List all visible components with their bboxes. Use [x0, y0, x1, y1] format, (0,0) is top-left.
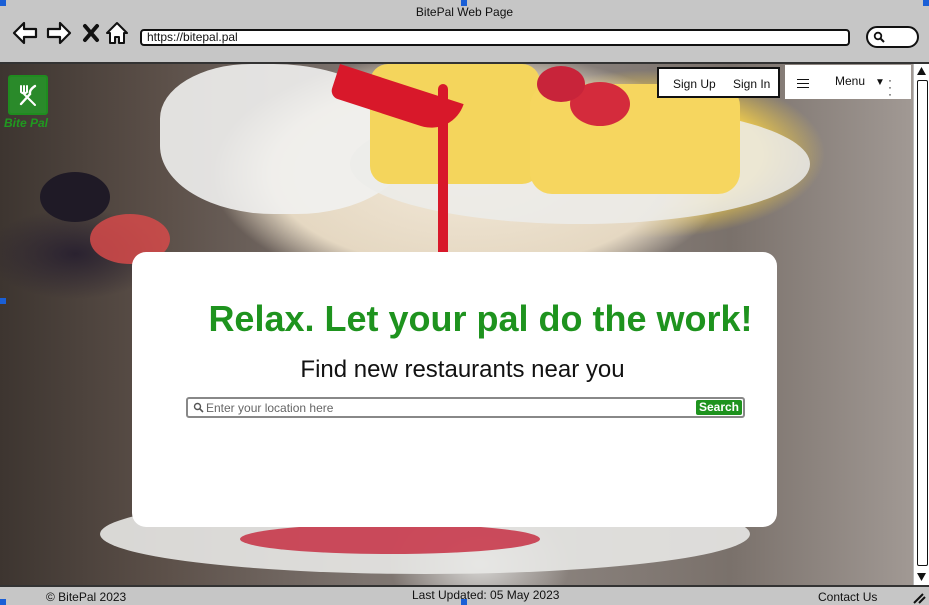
home-icon[interactable] — [102, 18, 132, 48]
fork-knife-icon — [19, 84, 37, 106]
bitepal-logo[interactable] — [8, 75, 48, 115]
location-search-input[interactable] — [206, 400, 676, 415]
sign-up-link[interactable]: Sign Up — [673, 77, 716, 91]
forward-arrow-icon[interactable] — [44, 18, 74, 48]
selection-handle — [0, 0, 6, 6]
search-icon — [193, 402, 204, 413]
strawberry-row-shape — [240, 524, 540, 554]
sign-in-link[interactable]: Sign In — [733, 77, 770, 91]
selection-handle — [0, 298, 6, 304]
selection-handle — [923, 0, 929, 6]
browser-search-box[interactable] — [866, 26, 919, 48]
browser-titlebar: BitePal Web Page https://bitepal.pal — [0, 0, 929, 64]
scroll-up-icon[interactable] — [916, 66, 927, 76]
kebab-menu-icon[interactable]: · · · — [888, 74, 892, 100]
menu-button[interactable]: Menu — [835, 74, 865, 88]
contact-us-link[interactable]: Contact Us — [818, 590, 877, 604]
hero-card: Relax. Let your pal do the work! Find ne… — [132, 252, 777, 527]
search-icon — [873, 31, 885, 43]
search-button[interactable]: Search — [695, 400, 742, 415]
strawberry-shape-2 — [537, 66, 585, 102]
chevron-down-icon[interactable]: ▼ — [875, 77, 885, 88]
brand-name[interactable]: Bite Pal — [4, 116, 48, 130]
selection-handle — [461, 0, 467, 6]
menu-bar: Menu ▼ · · · — [785, 65, 911, 100]
browser-window: BitePal Web Page https://bitepal.pal Bit… — [0, 0, 929, 605]
blackberry-shape — [40, 172, 110, 222]
last-updated-text: Last Updated: 05 May 2023 — [412, 588, 560, 602]
hero-headline: Relax. Let your pal do the work! — [208, 298, 753, 339]
scroll-down-icon[interactable] — [916, 572, 927, 582]
location-search: Search — [186, 397, 745, 418]
address-bar[interactable]: https://bitepal.pal — [140, 29, 850, 46]
resize-grip-icon[interactable] — [912, 592, 926, 604]
hero-subheadline: Find new restaurants near you — [300, 356, 625, 383]
auth-links: Sign Up Sign In — [657, 67, 780, 98]
back-arrow-icon[interactable] — [10, 18, 40, 48]
vertical-scrollbar[interactable] — [913, 64, 929, 585]
window-title: BitePal Web Page — [415, 5, 514, 19]
selection-handle — [461, 599, 467, 605]
copyright-text: © BitePal 2023 — [46, 590, 127, 604]
hamburger-icon[interactable] — [797, 79, 809, 89]
selection-handle — [0, 599, 6, 605]
scrollbar-thumb[interactable] — [917, 80, 928, 566]
